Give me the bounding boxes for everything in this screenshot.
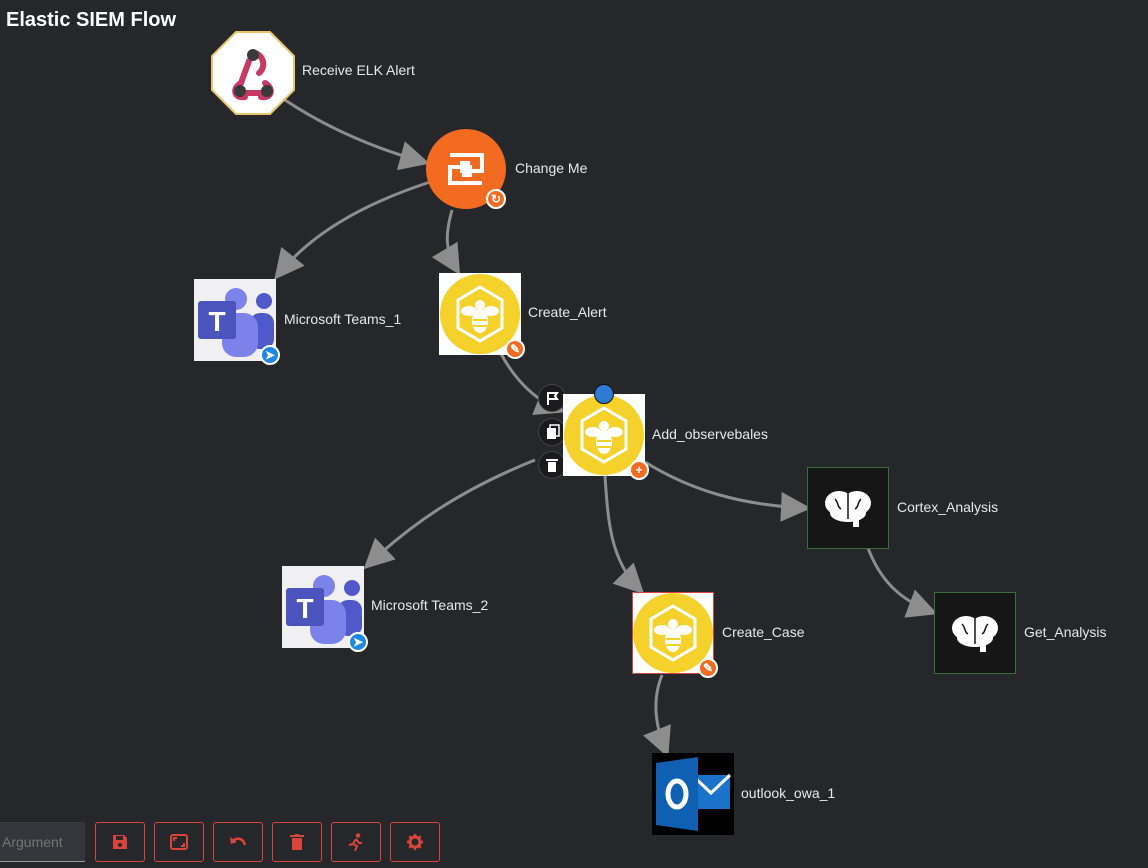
node-label: Microsoft Teams_2 bbox=[371, 597, 489, 613]
send-badge-icon: ➤ bbox=[260, 345, 280, 365]
fit-view-button[interactable] bbox=[154, 822, 204, 862]
edge-change-teams1 bbox=[274, 180, 431, 280]
run-icon bbox=[348, 833, 362, 851]
node-receive-elk-alert[interactable] bbox=[211, 31, 295, 115]
edge-addobs-teams2 bbox=[363, 458, 536, 570]
webhook-icon bbox=[211, 31, 295, 115]
edge-createcase-outlook bbox=[643, 674, 671, 758]
send-badge-icon: ➤ bbox=[348, 632, 368, 652]
brain-icon bbox=[807, 467, 889, 549]
save-button[interactable] bbox=[95, 822, 145, 862]
svg-text:T: T bbox=[208, 306, 225, 337]
delete-button[interactable] bbox=[272, 822, 322, 862]
node-get-analysis[interactable] bbox=[934, 592, 1016, 674]
edge-addobs-createcase bbox=[603, 475, 645, 595]
trash-icon[interactable] bbox=[538, 451, 566, 479]
undo-button[interactable] bbox=[213, 822, 263, 862]
edge-change-createalert bbox=[431, 209, 461, 276]
settings-button[interactable] bbox=[390, 822, 440, 862]
node-outlook-owa-1[interactable] bbox=[652, 753, 734, 835]
copy-icon[interactable] bbox=[538, 418, 566, 446]
node-change-me[interactable]: ↻ bbox=[426, 129, 506, 209]
edge-cortex-getanalysis bbox=[866, 547, 938, 618]
save-icon bbox=[113, 835, 127, 849]
node-label: Get_Analysis bbox=[1024, 624, 1107, 640]
node-create-case[interactable]: ✎ bbox=[632, 592, 718, 678]
settings-icon bbox=[407, 834, 423, 850]
fit-view-icon bbox=[170, 834, 188, 850]
node-microsoft-teams-1[interactable]: T ➤ bbox=[194, 279, 280, 365]
connection-handle-icon[interactable] bbox=[594, 384, 614, 404]
node-label: Add_observebales bbox=[652, 426, 768, 442]
node-label: Receive ELK Alert bbox=[302, 62, 415, 78]
node-label: Cortex_Analysis bbox=[897, 499, 999, 515]
node-label: Create_Case bbox=[722, 624, 805, 640]
node-cortex-analysis[interactable] bbox=[807, 467, 889, 549]
node-label: Microsoft Teams_1 bbox=[284, 311, 402, 327]
svg-text:T: T bbox=[296, 593, 313, 624]
add-badge-icon: + bbox=[629, 460, 649, 480]
node-add-observables[interactable]: + bbox=[563, 384, 649, 480]
edge-receive-change bbox=[284, 98, 430, 171]
node-create-alert[interactable]: ✎ bbox=[439, 273, 525, 359]
undo-icon bbox=[230, 837, 247, 846]
node-microsoft-teams-2[interactable]: T ➤ bbox=[282, 566, 368, 652]
edit-badge-icon: ✎ bbox=[698, 658, 718, 678]
run-button[interactable] bbox=[331, 822, 381, 862]
outlook-icon bbox=[652, 753, 734, 835]
argument-input[interactable] bbox=[0, 822, 85, 862]
flag-icon[interactable] bbox=[538, 384, 566, 412]
refresh-badge-icon: ↻ bbox=[486, 189, 506, 209]
node-label: Create_Alert bbox=[528, 304, 607, 320]
edge-addobs-cortex bbox=[644, 460, 811, 522]
node-label: Change Me bbox=[515, 160, 588, 176]
brain-icon bbox=[934, 592, 1016, 674]
node-label: outlook_owa_1 bbox=[741, 785, 836, 801]
edit-badge-icon: ✎ bbox=[505, 339, 525, 359]
delete-icon bbox=[290, 834, 304, 850]
